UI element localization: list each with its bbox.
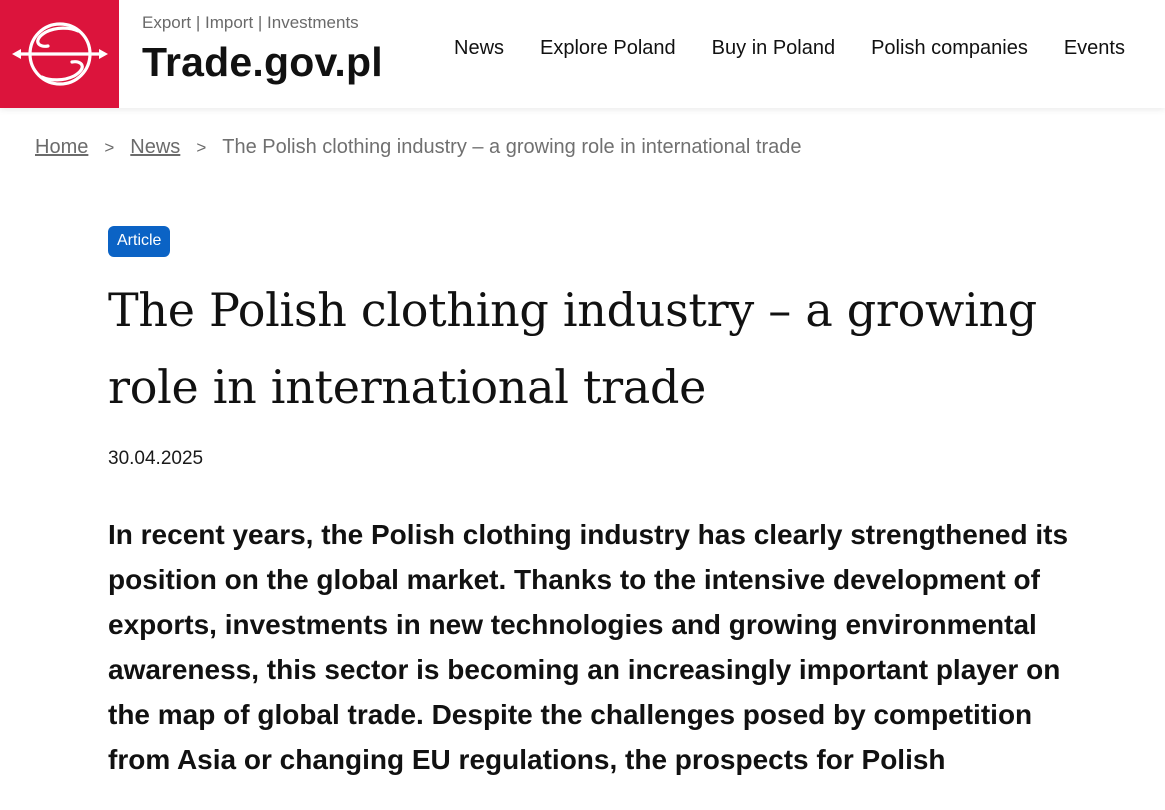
- article-date: 30.04.2025: [108, 448, 204, 469]
- nav-item-buy-in-poland[interactable]: Buy in Poland: [712, 37, 835, 60]
- globe-arrows-icon: [11, 22, 108, 86]
- brand[interactable]: Export | Import | Investments Trade.gov.…: [119, 0, 437, 108]
- nav-item-explore-poland[interactable]: Explore Poland: [540, 37, 676, 60]
- main-nav: News Explore Poland Buy in Poland Polish…: [437, 0, 1125, 96]
- logo[interactable]: [0, 0, 119, 108]
- breadcrumb-current: The Polish clothing industry – a growing…: [222, 136, 802, 158]
- article-title: The Polish clothing industry – a growing…: [108, 283, 1037, 414]
- article-lead: In recent years, the Polish clothing ind…: [108, 519, 1069, 775]
- article-type-badge: Article: [108, 226, 171, 257]
- breadcrumb-home[interactable]: Home: [35, 136, 88, 159]
- site-tagline: Export | Import | Investments: [142, 13, 359, 32]
- nav-item-polish-companies[interactable]: Polish companies: [871, 37, 1028, 60]
- nav-item-events[interactable]: Events: [1064, 37, 1125, 60]
- breadcrumb: Home > News > The Polish clothing indust…: [35, 136, 801, 159]
- breadcrumb-separator: >: [104, 137, 115, 157]
- breadcrumb-news[interactable]: News: [130, 136, 180, 159]
- breadcrumb-separator: >: [196, 137, 207, 157]
- site-name: Trade.gov.pl: [142, 39, 383, 85]
- nav-item-news[interactable]: News: [454, 37, 504, 60]
- article: Article The Polish clothing industry – a…: [108, 226, 1088, 810]
- site-header: Export | Import | Investments Trade.gov.…: [0, 0, 1165, 108]
